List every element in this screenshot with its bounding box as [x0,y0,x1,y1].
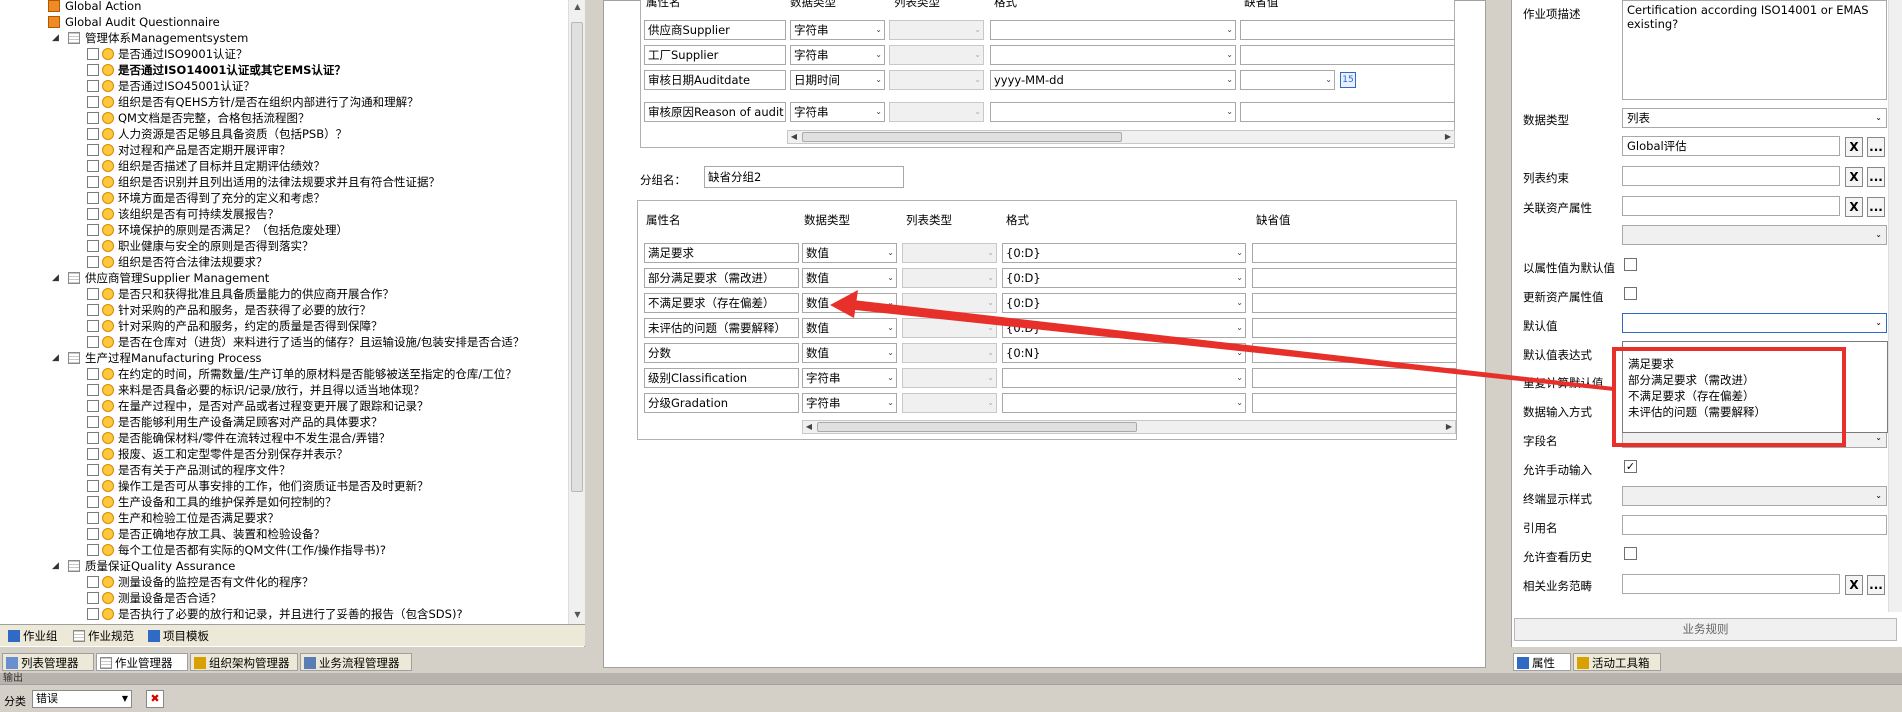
annotation-overlay [830,290,1846,447]
annotation-arrow-shaft [844,299,1614,391]
annotation-arrow-head [830,290,858,318]
annotation-highlight-box [1612,347,1846,447]
